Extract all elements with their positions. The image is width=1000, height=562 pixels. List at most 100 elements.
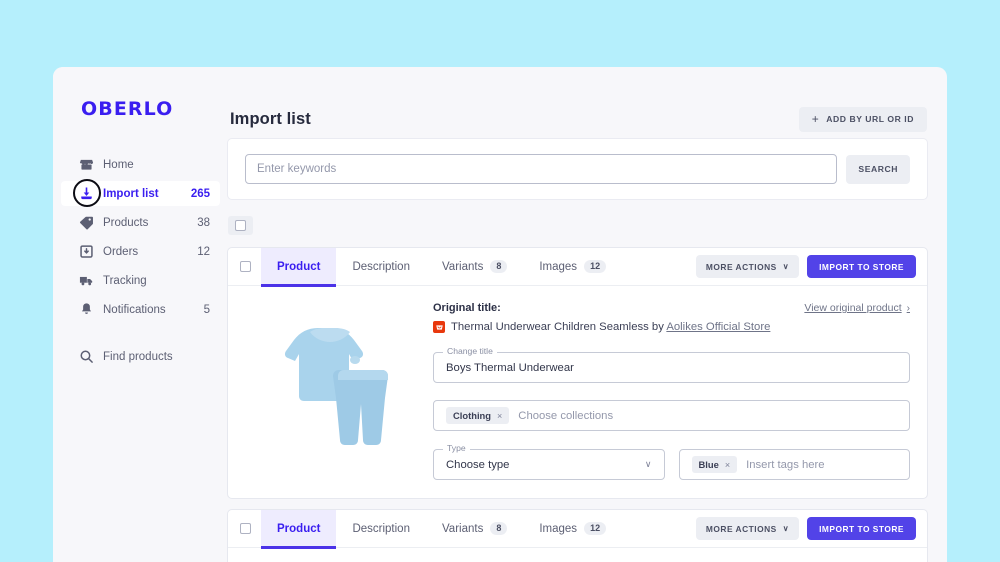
page-header: Import list + ADD BY URL OR ID — [228, 67, 927, 135]
import-to-store-button[interactable]: IMPORT TO STORE — [807, 517, 916, 541]
product-card-actions: MORE ACTIONS ∨ IMPORT TO STORE — [695, 517, 916, 541]
product-thumbnail[interactable] — [248, 302, 413, 467]
sidebar-item-count: 38 — [197, 216, 210, 229]
search-panel: SEARCH — [228, 139, 927, 199]
sidebar-nav: Home Import list 265 Products 38 Orders … — [53, 152, 228, 369]
screenshot-root: OBERLO Home Import list 265 Products 38 … — [0, 0, 1000, 562]
tab-badge: 12 — [584, 522, 607, 536]
sidebar-item-label: Orders — [103, 245, 139, 258]
tab-label: Images — [539, 260, 578, 273]
more-actions-button[interactable]: MORE ACTIONS ∨ — [695, 255, 800, 278]
chevron-right-icon: › — [906, 302, 910, 314]
search-icon — [79, 349, 94, 364]
select-all-row — [228, 214, 927, 236]
page-title: Import list — [230, 109, 311, 128]
change-title-field[interactable]: Change title Boys Thermal Underwear — [433, 347, 910, 384]
type-legend: Type — [443, 444, 470, 453]
sidebar-item-count: 265 — [190, 187, 210, 200]
view-original-product-link[interactable]: View original product › — [804, 302, 910, 314]
tab-badge: 8 — [490, 522, 508, 536]
search-input[interactable] — [245, 154, 838, 184]
sidebar-item-label: Notifications — [103, 303, 166, 316]
import-to-store-button[interactable]: IMPORT TO STORE — [807, 255, 916, 278]
tab-description[interactable]: Description — [336, 510, 426, 548]
search-button[interactable]: SEARCH — [846, 154, 910, 184]
tab-badge: 12 — [584, 260, 607, 273]
original-title-label: Original title: — [433, 302, 501, 314]
tag-icon — [79, 215, 94, 230]
change-title-value: Boys Thermal Underwear — [446, 361, 574, 374]
product-card: Product Description Variants 8 Images 12 — [228, 248, 927, 499]
plus-icon: + — [811, 112, 820, 126]
product-image-thermal-underwear — [248, 302, 413, 467]
chevron-down-icon: ∨ — [782, 262, 790, 271]
close-icon[interactable]: × — [725, 460, 730, 470]
add-by-url-or-id-button[interactable]: + ADD BY URL OR ID — [798, 106, 927, 132]
collection-chip[interactable]: Clothing × — [446, 407, 510, 425]
original-title-row: Original title: View original product › — [433, 302, 910, 314]
sidebar-item-label: Tracking — [103, 274, 147, 287]
product-details: Original title: View original product › — [433, 302, 910, 481]
original-title-text: Thermal Underwear Children Seamless by A… — [433, 320, 910, 335]
add-button-label: ADD BY URL OR ID — [826, 114, 914, 124]
chevron-down-icon: ∨ — [782, 524, 790, 534]
tab-label: Variants — [441, 522, 484, 535]
sidebar: OBERLO Home Import list 265 Products 38 … — [53, 67, 228, 562]
product-checkbox[interactable] — [240, 523, 251, 535]
download-icon — [79, 186, 94, 201]
product-card-actions: MORE ACTIONS ∨ IMPORT TO STORE — [695, 255, 916, 278]
sidebar-item-import-list[interactable]: Import list 265 — [61, 179, 220, 207]
tags-placeholder: Insert tags here — [746, 458, 825, 471]
close-icon[interactable]: × — [497, 411, 502, 421]
sidebar-item-tracking[interactable]: Tracking — [61, 268, 220, 293]
more-actions-button[interactable]: MORE ACTIONS ∨ — [695, 517, 800, 541]
tab-label: Description — [352, 522, 410, 535]
product-checkbox[interactable] — [240, 261, 251, 272]
select-all-container[interactable] — [228, 215, 253, 235]
tab-images[interactable]: Images 12 — [523, 510, 622, 548]
sidebar-item-home[interactable]: Home — [61, 152, 220, 177]
tab-variants[interactable]: Variants 8 — [426, 248, 523, 286]
collections-field[interactable]: Clothing × Choose collections — [433, 400, 910, 432]
sidebar-item-label: Find products — [103, 350, 173, 363]
sidebar-item-count: 12 — [197, 245, 210, 258]
product-card: Product Description Variants 8 Images 12 — [228, 510, 927, 562]
more-actions-label: MORE ACTIONS — [705, 261, 777, 272]
sidebar-item-find-products[interactable]: Find products — [61, 344, 220, 369]
type-field[interactable]: Type Choose type ∨ — [433, 444, 665, 481]
tab-variants[interactable]: Variants 8 — [426, 510, 523, 548]
tab-description[interactable]: Description — [336, 248, 426, 286]
collection-chip-label: Clothing — [453, 410, 492, 422]
tab-label: Images — [539, 522, 578, 535]
tab-product[interactable]: Product — [261, 510, 337, 549]
tags-field[interactable]: Blue × Insert tags here — [678, 449, 910, 481]
product-card-header: Product Description Variants 8 Images 12 — [228, 248, 927, 287]
view-original-label: View original product — [804, 302, 902, 314]
sidebar-item-products[interactable]: Products 38 — [61, 210, 220, 235]
type-and-tags-row: Type Choose type ∨ Blue × Insert tags he… — [433, 431, 910, 481]
change-title-legend: Change title — [443, 347, 497, 356]
tab-label: Product — [277, 522, 321, 535]
tab-label: Product — [277, 260, 321, 273]
sidebar-item-label: Import list — [103, 187, 159, 200]
tag-chip[interactable]: Blue × — [691, 456, 738, 474]
tab-product[interactable]: Product — [261, 248, 337, 287]
aliexpress-icon — [433, 321, 445, 333]
chevron-down-icon[interactable]: ∨ — [645, 459, 652, 470]
store-link[interactable]: Aolikes Official Store — [666, 321, 770, 333]
sidebar-item-orders[interactable]: Orders 12 — [61, 239, 220, 264]
store-icon — [79, 157, 94, 172]
select-all-checkbox[interactable] — [235, 219, 246, 231]
oberlo-logo: OBERLO — [81, 98, 174, 120]
main-content: Import list + ADD BY URL OR ID SEARCH — [228, 67, 947, 562]
app-window: OBERLO Home Import list 265 Products 38 … — [53, 67, 947, 562]
truck-icon — [79, 273, 94, 288]
product-card-header: Product Description Variants 8 Images 12 — [228, 510, 927, 549]
tab-images[interactable]: Images 12 — [523, 248, 622, 286]
inbox-icon — [79, 244, 94, 259]
product-tabs: Product Description Variants 8 Images 12 — [261, 510, 622, 549]
sidebar-item-label: Products — [103, 216, 149, 229]
sidebar-item-notifications[interactable]: Notifications 5 — [61, 297, 220, 322]
tab-label: Variants — [441, 260, 484, 273]
collections-placeholder: Choose collections — [518, 409, 614, 422]
